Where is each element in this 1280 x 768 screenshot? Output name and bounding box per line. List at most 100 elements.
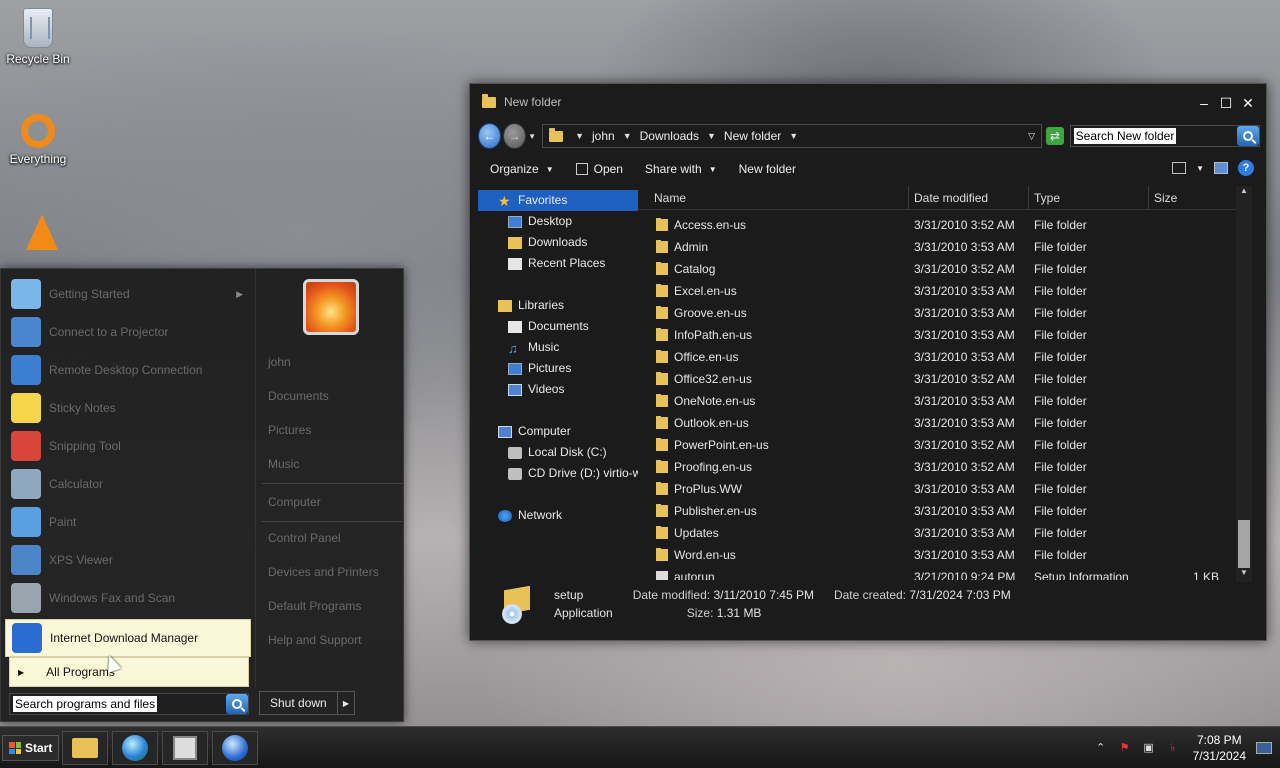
file-row[interactable]: ProPlus.WW 3/31/2010 3:53 AM File folder [638,478,1246,500]
title-bar[interactable]: New folder [470,84,1266,120]
place-computer[interactable]: Computer [268,495,321,509]
breadcrumb-downloads[interactable]: Downloads [640,129,699,143]
search-box[interactable]: Search New folder [1069,125,1260,147]
file-row[interactable]: OneNote.en-us 3/31/2010 3:53 AM File folde… [638,390,1246,412]
new-folder-button[interactable]: New folder [739,162,796,176]
help-icon[interactable]: ? [1238,160,1254,176]
file-row[interactable]: InfoPath.en-us 3/31/2010 3:53 AM File fold… [638,324,1246,346]
nav-network[interactable]: Network [478,505,638,526]
place-music[interactable]: Music [268,457,299,471]
desktop-icon-recycle-bin[interactable]: Recycle Bin [0,8,76,66]
start-program-item[interactable]: Windows Fax and Scan [5,579,251,617]
nav-pictures[interactable]: Pictures [478,358,638,379]
start-button[interactable]: Start [2,735,60,761]
column-size[interactable]: Size [1149,186,1229,210]
start-program-item[interactable]: Paint [5,503,251,541]
scrollbar-thumb[interactable] [1238,520,1250,568]
search-button[interactable] [1236,126,1259,146]
start-program-item[interactable]: Calculator [5,465,251,503]
place-pictures[interactable]: Pictures [268,423,311,437]
breadcrumb-new-folder[interactable]: New folder [724,129,781,143]
desktop-icon-everything[interactable]: Everything [0,114,76,166]
desktop-icon-vlc[interactable] [22,214,62,254]
view-options-icon[interactable] [1172,162,1187,174]
start-program-item[interactable]: Snipping Tool [5,427,251,465]
nav-favorites[interactable]: ★ Favorites [478,190,638,211]
address-dropdown-icon[interactable]: ▽ [1028,131,1035,142]
taskbar-app-package[interactable] [162,731,208,765]
file-row[interactable]: Office32.en-us 3/31/2010 3:52 AM File fold… [638,368,1246,390]
scroll-up-arrow[interactable]: ▲ [1236,186,1252,200]
file-row[interactable]: Excel.en-us 3/31/2010 3:53 AM File folder [638,280,1246,302]
shutdown-button[interactable]: Shut down ▶ [259,691,355,715]
nav-computer[interactable]: Computer [478,421,638,442]
close-button[interactable]: ✕ [1238,94,1258,112]
maximize-button[interactable]: ☐ [1216,94,1236,112]
file-row[interactable]: Publisher.en-us 3/31/2010 3:53 AM File fol… [638,500,1246,522]
file-row[interactable]: Updates 3/31/2010 3:53 AM File folder [638,522,1246,544]
file-row[interactable]: Office.en-us 3/31/2010 3:53 AM File folder [638,346,1246,368]
nav-music[interactable]: ♫ Music [478,337,638,358]
nav-documents[interactable]: Documents [478,316,638,337]
file-row[interactable]: Word.en-us 3/31/2010 3:53 AM File folder [638,544,1246,566]
file-row[interactable]: PowerPoint.en-us 3/31/2010 3:52 AM File fo… [638,434,1246,456]
forward-button[interactable]: → [503,123,527,149]
minimize-button[interactable]: – [1194,94,1214,112]
start-search-input[interactable]: Search programs and files [13,696,158,712]
clock[interactable]: 7:08 PM 7/31/2024 [1193,732,1246,764]
action-center-flag-icon[interactable]: ⚑ [1118,741,1132,755]
start-program-item[interactable]: Sticky Notes [5,389,251,427]
column-name[interactable]: Name [638,186,909,210]
nav-libraries[interactable]: Libraries [478,295,638,316]
taskbar-app-idm[interactable] [212,731,258,765]
start-program-item[interactable]: XPS Viewer [5,541,251,579]
nav-videos[interactable]: Videos [478,379,638,400]
file-row[interactable]: Outlook.en-us 3/31/2010 3:53 AM File folde… [638,412,1246,434]
chevron-right-icon[interactable]: ▶ [338,699,354,708]
recent-pages-icon[interactable]: ▼ [528,132,536,141]
place-user[interactable]: john [268,355,291,369]
refresh-button[interactable]: ⇄ [1046,127,1064,145]
preview-pane-icon[interactable] [1214,162,1228,174]
breadcrumb-john[interactable]: john [592,129,615,143]
place-documents[interactable]: Documents [268,389,329,403]
file-row[interactable]: Admin 3/31/2010 3:53 AM File folder [638,236,1246,258]
taskbar-app-browser[interactable] [112,731,158,765]
start-program-item[interactable]: Internet Download Manager [5,619,251,657]
nav-cd-drive[interactable]: CD Drive (D:) virtio-w [478,463,638,484]
show-desktop-button[interactable] [1256,742,1272,754]
start-program-item[interactable]: Connect to a Projector [5,313,251,351]
start-search-button[interactable] [226,694,248,714]
file-row[interactable]: Proofing.en-us 3/31/2010 3:52 AM File fold… [638,456,1246,478]
address-bar[interactable]: ▼ john ▼ Downloads ▼ New folder ▼ ▽ [542,124,1043,148]
place-help-support[interactable]: Help and Support [268,633,361,647]
column-date-modified[interactable]: Date modified [909,186,1029,210]
vertical-scrollbar[interactable]: ▲ ▼ [1236,186,1252,582]
show-hidden-icons-icon[interactable]: ⌃ [1094,741,1108,755]
all-programs-button[interactable]: ▶ All Programs [9,657,249,687]
place-default-programs[interactable]: Default Programs [268,599,361,613]
file-row[interactable]: autorun 3/21/2010 9:24 PM Setup Informatio… [638,566,1246,580]
chevron-down-icon[interactable]: ▼ [789,131,798,141]
user-avatar[interactable] [303,279,359,335]
back-button[interactable]: ← [478,123,502,149]
share-with-button[interactable]: Share with ▼ [645,162,717,176]
volume-muted-icon[interactable]: ♭ [1166,741,1180,755]
place-control-panel[interactable]: Control Panel [268,531,341,545]
open-button[interactable]: Open [575,162,623,176]
chevron-down-icon[interactable]: ▼ [1196,164,1204,173]
nav-local-disk[interactable]: Local Disk (C:) [478,442,638,463]
file-row[interactable]: Access.en-us 3/31/2010 3:52 AM File folder [638,214,1246,236]
nav-recent-places[interactable]: Recent Places [478,253,638,274]
nav-downloads[interactable]: Downloads [478,232,638,253]
place-devices-printers[interactable]: Devices and Printers [268,565,379,579]
start-search-box[interactable]: Search programs and files [9,693,249,715]
chevron-down-icon[interactable]: ▼ [707,131,716,141]
taskbar-app-explorer[interactable] [62,731,108,765]
column-type[interactable]: Type [1029,186,1149,210]
start-program-item[interactable]: Remote Desktop Connection [5,351,251,389]
start-program-item[interactable]: Getting Started ▶ [5,275,251,313]
network-tray-icon[interactable]: ▣ [1142,741,1156,755]
chevron-down-icon[interactable]: ▼ [623,131,632,141]
file-row[interactable]: Groove.en-us 3/31/2010 3:53 AM File folder [638,302,1246,324]
